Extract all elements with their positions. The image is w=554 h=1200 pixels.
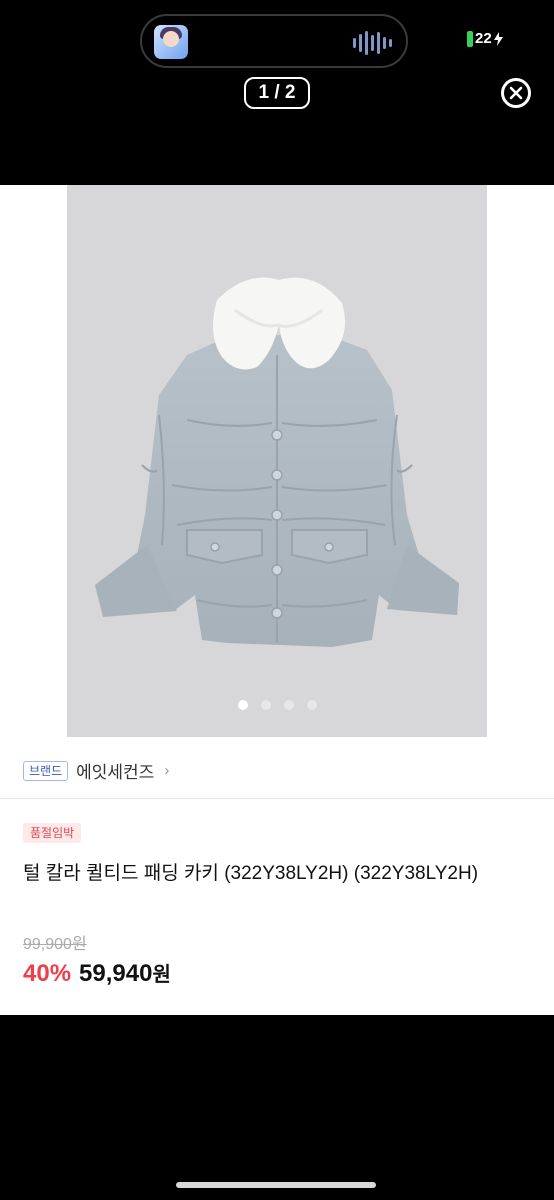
sale-price: 59,940원 [79,958,171,988]
battery-level: 22 [475,30,492,47]
pagination-dot-3[interactable] [283,700,294,710]
pagination-dot-4[interactable] [306,700,317,710]
divider [0,798,554,799]
jacket-image [95,277,459,647]
image-counter: 1 / 2 [244,77,310,109]
original-price: 99,900원 [23,936,87,953]
pagination-dot-1[interactable] [237,700,248,710]
close-button[interactable] [501,78,531,108]
sale-price-value: 59,940 [79,960,153,987]
battery-indicator: 22 [467,30,503,47]
pagination-dot-2[interactable] [260,700,271,710]
charging-bolt-icon [493,31,503,46]
brand-tag: 브랜드 [23,760,69,781]
battery-icon [467,30,473,47]
chevron-right-icon: › [164,762,170,779]
home-indicator[interactable] [176,1182,376,1188]
dynamic-island [140,14,408,68]
audio-waveform-icon [353,30,392,56]
product-title: 털 칼라 퀼티드 패딩 카키 (322Y38LY2H) (322Y38LY2H) [23,863,479,884]
stock-badge: 품절임박 [23,823,82,843]
brand-link[interactable]: 브랜드 에잇세컨즈 › [23,758,169,783]
now-playing-artwork [154,25,188,59]
gallery-pagination [67,700,487,710]
close-icon [509,86,523,100]
price-row: 40% 59,940원 [23,958,171,988]
currency-unit: 원 [152,964,171,986]
product-card: 브랜드 에잇세컨즈 › 품절임박 털 칼라 퀼티드 패딩 카키 (322Y38L… [0,185,554,1015]
brand-name[interactable]: 에잇세컨즈 [76,758,154,783]
discount-rate: 40% [23,960,72,987]
product-image[interactable] [67,185,487,737]
